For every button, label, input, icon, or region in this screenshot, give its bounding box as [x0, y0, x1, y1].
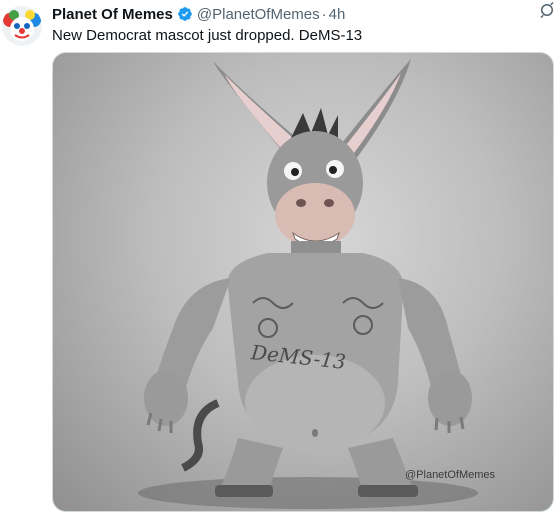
- image-watermark: @PlanetOfMemes: [405, 469, 496, 481]
- author-avatar[interactable]: [2, 6, 42, 46]
- clown-avatar-icon: [2, 6, 42, 46]
- tweet-header: Planet Of Memes @PlanetOfMemes · 4h: [52, 4, 542, 24]
- author-handle[interactable]: @PlanetOfMemes: [197, 6, 320, 23]
- author-name[interactable]: Planet Of Memes: [52, 6, 173, 23]
- tweet-timestamp[interactable]: 4h: [329, 6, 346, 23]
- tweet-text: New Democrat mascot just dropped. DeMS-1…: [52, 27, 363, 44]
- verified-badge-icon: [177, 6, 193, 22]
- grok-icon[interactable]: [538, 1, 556, 19]
- dot-separator: ·: [321, 5, 327, 23]
- donkey-mascot-illustration: [138, 59, 478, 509]
- tweet-media-image[interactable]: DeMS-13 @PlanetOfMemes: [52, 52, 554, 512]
